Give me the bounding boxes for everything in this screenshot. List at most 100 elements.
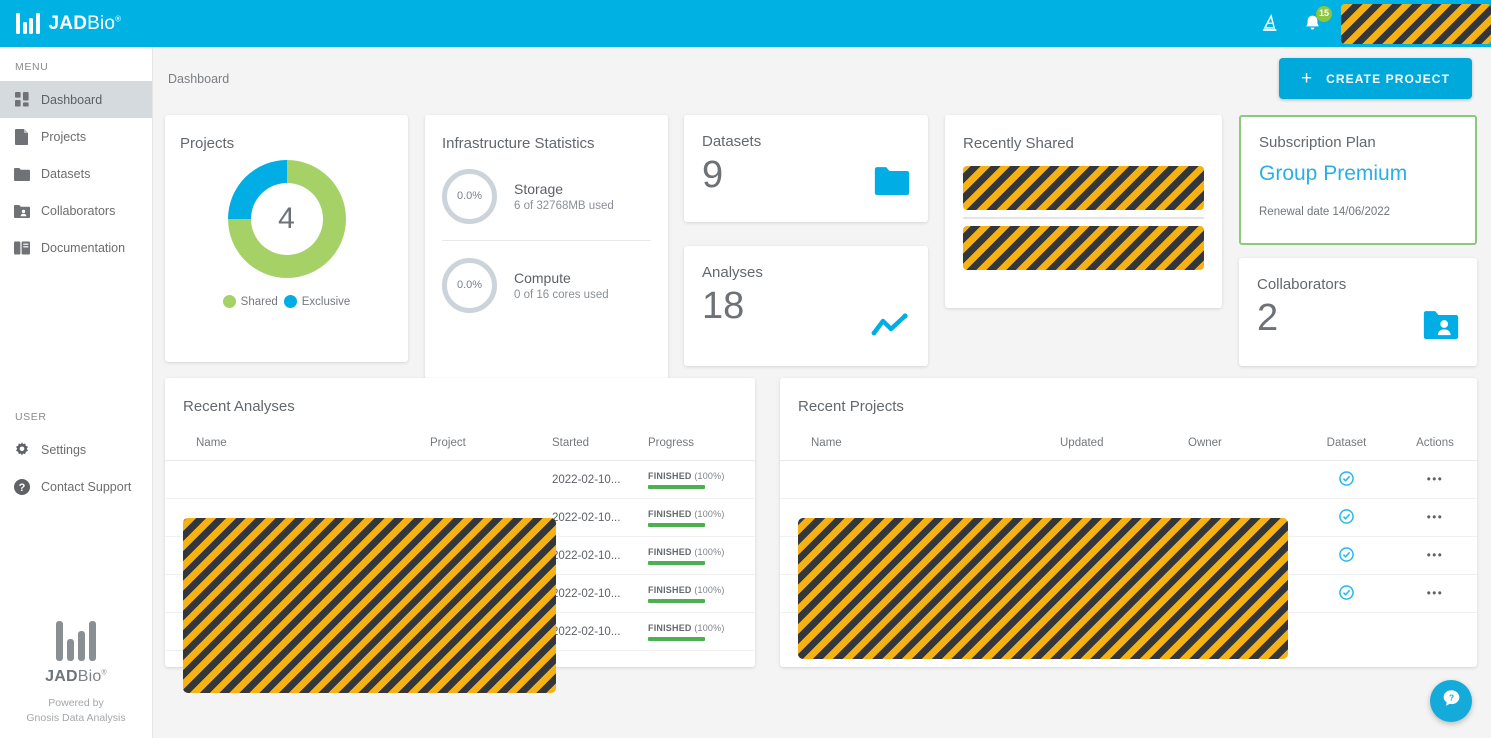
storage-usage-ring: 0.0% bbox=[442, 168, 497, 224]
recent-analyses-title: Recent Analyses bbox=[183, 398, 295, 415]
list-item[interactable] bbox=[963, 226, 1204, 270]
sidebar-item-documentation[interactable]: Documentation bbox=[0, 229, 152, 266]
collaborators-card-title: Collaborators bbox=[1257, 276, 1347, 293]
page-toolbar: Dashboard + CREATE PROJECT bbox=[153, 47, 1491, 110]
column-header-updated[interactable]: Updated bbox=[1060, 437, 1188, 461]
cell-progress: FINISHED (100%) bbox=[648, 574, 755, 613]
powered-by-text: Powered by Gnosis Data Analysis bbox=[0, 696, 152, 726]
progress-percent: (100%) bbox=[694, 622, 725, 633]
sidebar-item-settings[interactable]: Settings bbox=[0, 431, 152, 468]
column-header-started[interactable]: Started bbox=[552, 437, 648, 461]
storage-detail: 6 of 32768MB used bbox=[514, 199, 614, 212]
compute-usage-ring: 0.0% bbox=[442, 257, 497, 313]
sidebar-user-label: USER bbox=[15, 411, 47, 423]
create-project-label: CREATE PROJECT bbox=[1326, 71, 1450, 86]
progress-percent: (100%) bbox=[694, 546, 725, 557]
subscription-plan-name: Group Premium bbox=[1259, 162, 1408, 185]
row-actions-menu[interactable]: ••• bbox=[1393, 498, 1477, 537]
donut-center-value: 4 bbox=[250, 183, 323, 255]
status-badge: FINISHED bbox=[648, 508, 692, 519]
cell-name bbox=[780, 460, 1060, 499]
compute-detail: 0 of 16 cores used bbox=[514, 288, 609, 301]
folder-icon bbox=[874, 165, 910, 200]
sidebar-footer: JADBio® Powered by Gnosis Data Analysis bbox=[0, 621, 152, 726]
donut-ring: 4 bbox=[227, 160, 346, 278]
progress-percent: (100%) bbox=[694, 470, 725, 481]
legend-swatch bbox=[283, 295, 297, 308]
sidebar-item-collaborators[interactable]: Collaborators bbox=[0, 192, 152, 229]
footer-trademark: ® bbox=[101, 669, 107, 677]
subscription-plan-card[interactable]: Subscription Plan Group Premium Renewal … bbox=[1239, 115, 1477, 245]
progress-bar bbox=[648, 522, 705, 527]
sidebar-item-contact-support[interactable]: ? Contact Support bbox=[0, 468, 152, 505]
list-item[interactable] bbox=[963, 166, 1204, 210]
notification-badge: 15 bbox=[1316, 5, 1332, 22]
projects-donut-chart: 4 bbox=[165, 160, 408, 278]
column-header-project[interactable]: Project bbox=[430, 437, 552, 461]
cell-started: 2022-02-10... bbox=[552, 612, 648, 651]
redacted-name-column bbox=[798, 518, 1288, 659]
analyses-card-title: Analyses bbox=[702, 264, 763, 281]
column-header-owner[interactable]: Owner bbox=[1188, 437, 1300, 461]
infrastructure-row-compute: 0.0% Compute 0 of 16 cores used bbox=[425, 241, 668, 329]
cell-project bbox=[430, 460, 552, 499]
bell-icon[interactable]: 15 bbox=[1299, 5, 1332, 37]
check-circle-icon bbox=[1300, 584, 1393, 603]
datasets-card[interactable]: Datasets 9 bbox=[684, 115, 928, 222]
avatar[interactable] bbox=[1341, 3, 1491, 44]
column-header-dataset[interactable]: Dataset bbox=[1300, 437, 1393, 461]
powered-by-line1: Powered by bbox=[48, 697, 104, 709]
cell-dataset bbox=[1300, 460, 1393, 499]
row-actions-menu[interactable]: ••• bbox=[1393, 460, 1477, 499]
breadcrumb[interactable]: Dashboard bbox=[168, 72, 229, 86]
wizard-hat-icon[interactable] bbox=[1257, 11, 1283, 37]
progress-bar bbox=[648, 636, 705, 641]
sidebar-item-label: Settings bbox=[41, 442, 87, 457]
status-badge: FINISHED bbox=[648, 622, 692, 633]
datasets-card-title: Datasets bbox=[702, 133, 762, 150]
sidebar: MENU Dashboard Projects Datasets Collabo… bbox=[0, 47, 153, 738]
folder-user-icon bbox=[1423, 309, 1459, 344]
progress-bar bbox=[648, 598, 705, 603]
help-chat-icon: ? bbox=[1441, 688, 1462, 714]
column-header-actions[interactable]: Actions bbox=[1393, 437, 1477, 461]
table-row[interactable]: 2022-02-10... FINISHED (100%) bbox=[165, 460, 755, 499]
sidebar-item-label: Datasets bbox=[41, 166, 91, 181]
recently-shared-card-title: Recently Shared bbox=[963, 135, 1074, 152]
column-header-name[interactable]: Name bbox=[780, 437, 1060, 461]
sidebar-item-projects[interactable]: Projects bbox=[0, 118, 152, 155]
row-actions-menu[interactable]: ••• bbox=[1393, 536, 1477, 575]
infrastructure-row-storage: 0.0% Storage 6 of 32768MB used bbox=[425, 152, 668, 240]
cell-dataset bbox=[1300, 536, 1393, 575]
brand-trademark: ® bbox=[115, 14, 122, 24]
status-badge: FINISHED bbox=[648, 470, 692, 481]
analyses-card[interactable]: Analyses 18 bbox=[684, 246, 928, 366]
cell-dataset bbox=[1300, 498, 1393, 537]
column-header-progress[interactable]: Progress bbox=[648, 437, 755, 461]
brand-logo[interactable]: JADBio® bbox=[0, 13, 121, 35]
compute-label: Compute bbox=[514, 269, 571, 286]
sidebar-item-label: Documentation bbox=[41, 240, 126, 255]
status-badge: FINISHED bbox=[648, 546, 692, 557]
collaborators-card[interactable]: Collaborators 2 bbox=[1239, 258, 1477, 366]
recent-projects-card: Recent Projects Name Updated Owner Datas… bbox=[780, 378, 1477, 667]
column-header-name[interactable]: Name bbox=[165, 437, 430, 461]
help-support-button[interactable]: ? bbox=[1430, 680, 1472, 722]
svg-text:?: ? bbox=[19, 482, 26, 494]
divider bbox=[963, 217, 1204, 219]
brand-bold: JAD bbox=[48, 12, 88, 34]
jadbio-bars-logo-icon bbox=[16, 13, 40, 34]
projects-card: Projects 4 Shared Exclusive bbox=[165, 115, 408, 362]
table-row[interactable]: ••• bbox=[780, 460, 1477, 499]
check-circle-icon bbox=[1300, 546, 1393, 565]
dashboard-grid-icon bbox=[14, 92, 30, 108]
infrastructure-statistics-card: Infrastructure Statistics 0.0% Storage 6… bbox=[425, 115, 668, 412]
sidebar-item-datasets[interactable]: Datasets bbox=[0, 155, 152, 192]
cell-updated bbox=[1060, 460, 1188, 499]
footer-brand-bold: JAD bbox=[45, 668, 78, 685]
row-actions-menu[interactable]: ••• bbox=[1393, 574, 1477, 613]
legend-item-shared: Shared bbox=[222, 295, 278, 308]
sidebar-item-dashboard[interactable]: Dashboard bbox=[0, 81, 152, 118]
cell-name bbox=[165, 460, 430, 499]
create-project-button[interactable]: + CREATE PROJECT bbox=[1278, 58, 1472, 99]
